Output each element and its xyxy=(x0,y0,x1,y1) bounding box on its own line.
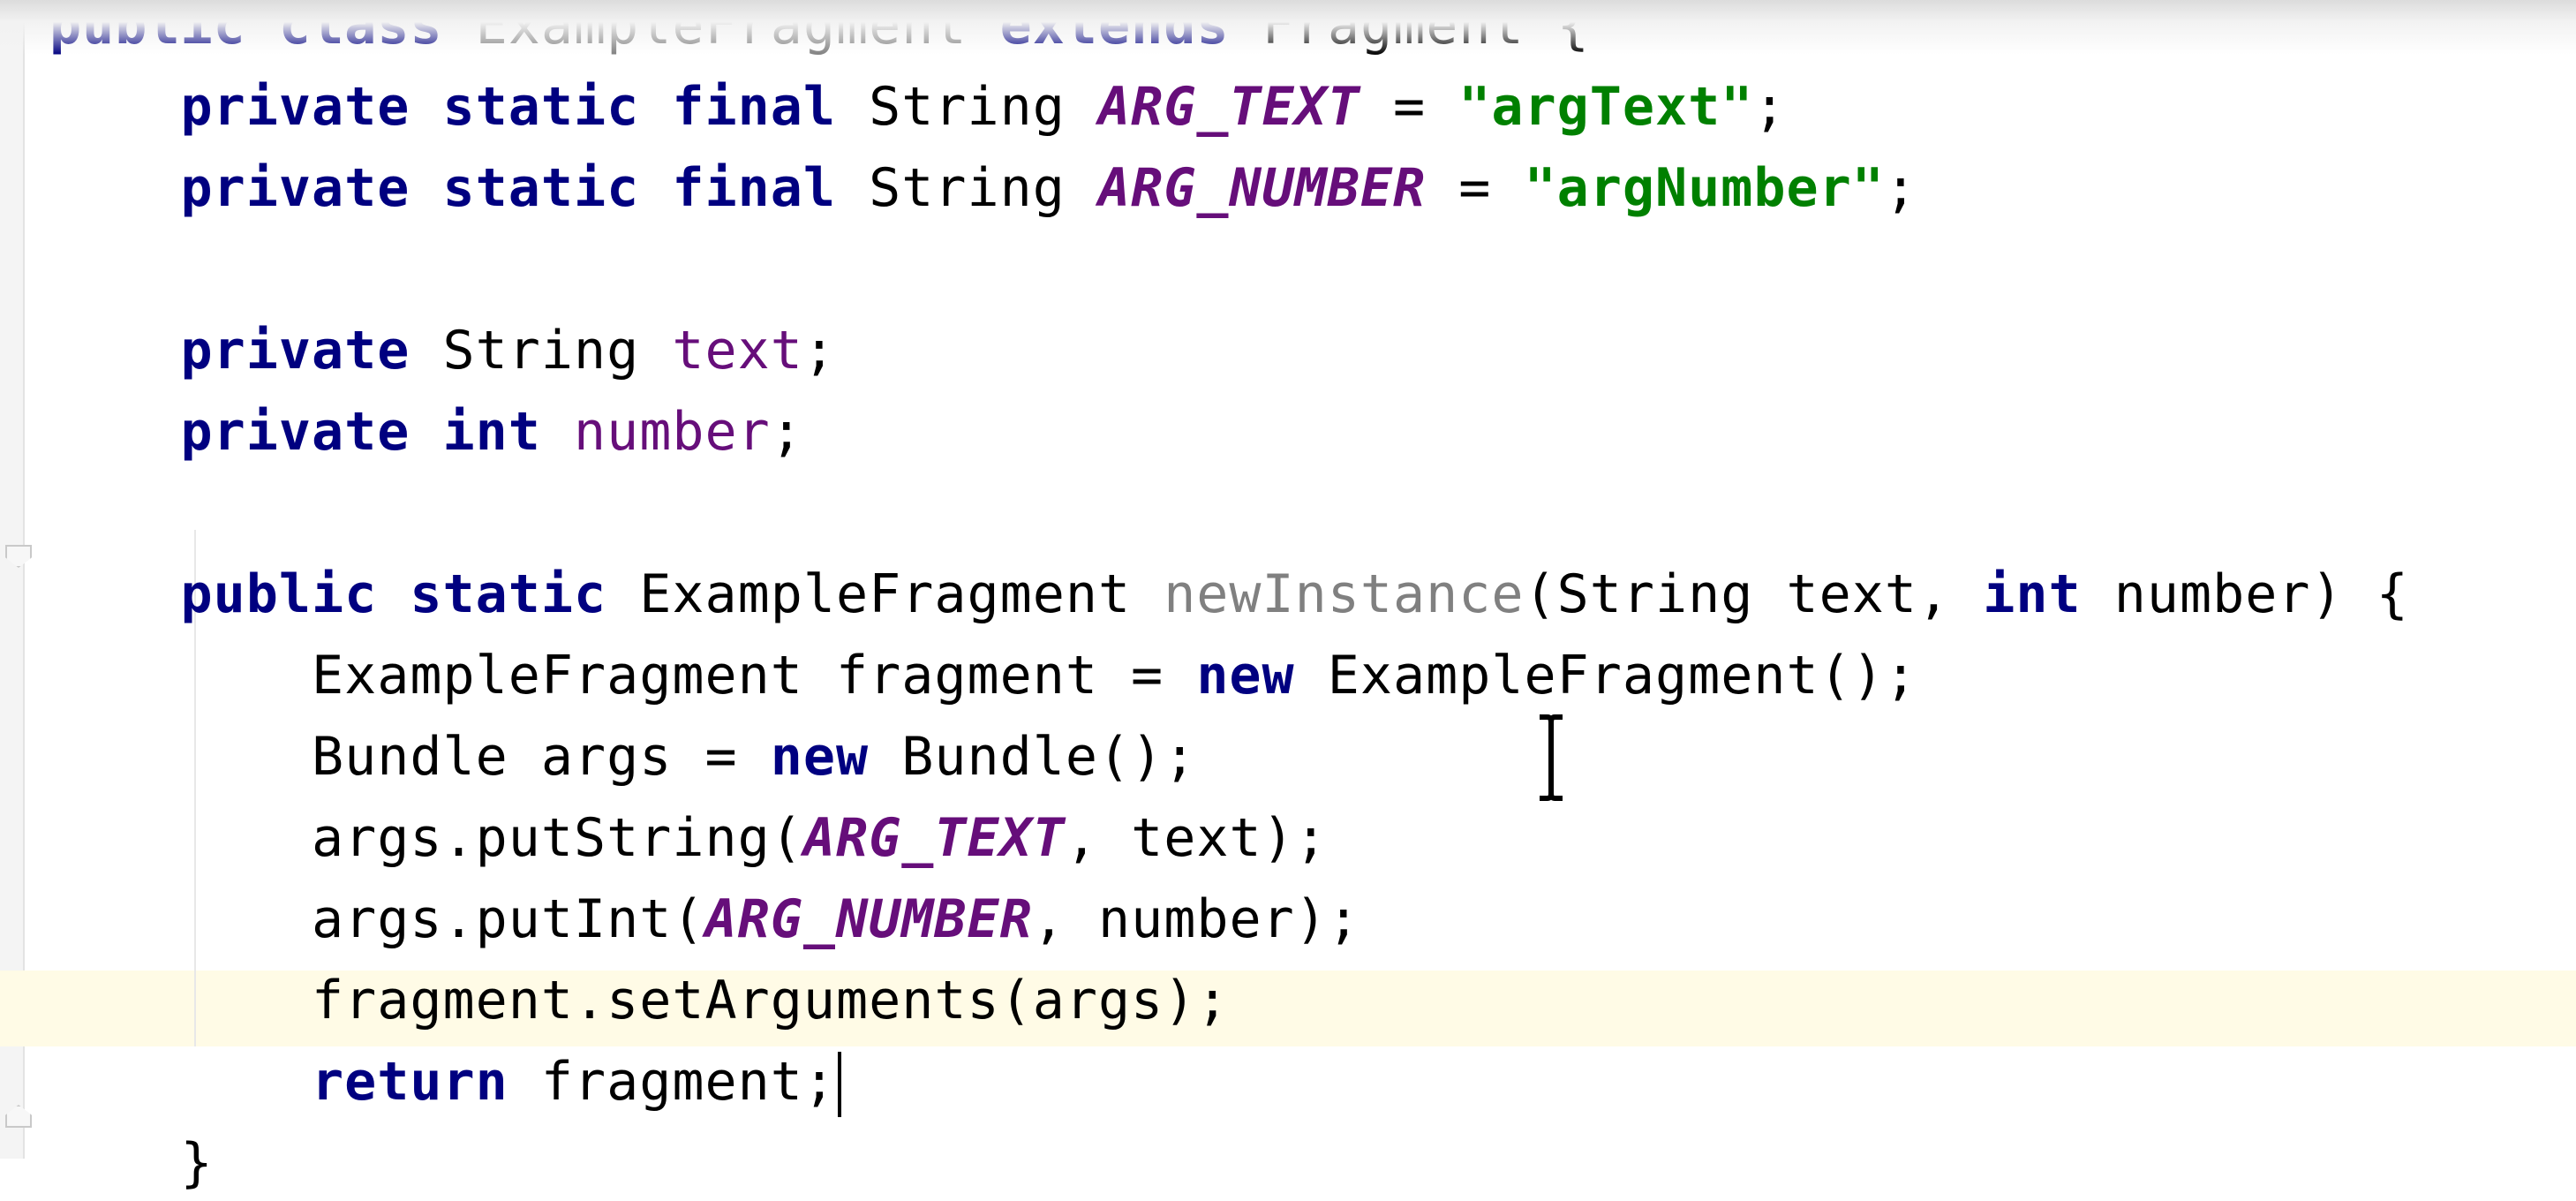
code-token: newInstance xyxy=(1164,563,1525,625)
code-token: private static final xyxy=(49,157,870,219)
code-token: ARG_TEXT xyxy=(802,807,1066,869)
code-line[interactable]: private static final String ARG_TEXT = "… xyxy=(49,69,1787,145)
code-token: , number); xyxy=(1032,888,1360,950)
code-token: "argText" xyxy=(1458,76,1754,138)
code-token: String xyxy=(869,157,1098,219)
code-line[interactable]: public class ExampleFragment extends Fra… xyxy=(49,0,1590,64)
code-token: "argNumber" xyxy=(1524,157,1885,219)
code-token: number xyxy=(573,401,771,463)
code-token: ExampleFragment xyxy=(475,0,968,57)
code-token: fragment; xyxy=(508,1051,836,1113)
code-token: fragment.setArguments(args); xyxy=(49,970,1230,1031)
code-token: ARG_NUMBER xyxy=(704,888,1033,950)
code-token: ; xyxy=(802,320,836,381)
code-line[interactable]: } xyxy=(49,1125,214,1201)
code-token: text xyxy=(672,320,803,381)
code-token: (String text, xyxy=(1524,563,1984,625)
code-token: Bundle(); xyxy=(869,726,1197,788)
code-line[interactable]: private int number; xyxy=(49,394,803,470)
code-line[interactable]: Bundle args = new Bundle(); xyxy=(49,719,1196,795)
code-token: String xyxy=(869,76,1098,138)
code-token: ARG_TEXT xyxy=(1097,76,1360,138)
code-token: private xyxy=(49,320,443,381)
code-token: private int xyxy=(49,401,574,463)
code-token: , text); xyxy=(1065,807,1328,869)
code-token: ; xyxy=(1753,76,1787,138)
code-token: ExampleFragment fragment = xyxy=(49,645,1197,706)
code-line[interactable]: public static ExampleFragment newInstanc… xyxy=(49,556,2409,632)
code-token: new xyxy=(770,726,870,788)
code-token: extends xyxy=(999,0,1230,57)
code-token: } xyxy=(49,1132,214,1194)
code-token: public static xyxy=(49,563,640,625)
code-token: new xyxy=(1196,645,1295,706)
code-token: public class xyxy=(49,0,476,57)
code-token: return xyxy=(49,1051,508,1113)
code-token: args.putString( xyxy=(49,807,803,869)
text-cursor-icon xyxy=(1540,714,1563,801)
code-token: Bundle args = xyxy=(49,726,771,788)
code-token: ARG_NUMBER xyxy=(1097,157,1427,219)
code-line[interactable]: args.putInt(ARG_NUMBER, number); xyxy=(49,881,1360,957)
code-token: ; xyxy=(1884,157,1918,219)
code-line[interactable]: fragment.setArguments(args); xyxy=(49,963,1229,1039)
code-editor[interactable]: public class ExampleFragment extends Fra… xyxy=(0,0,2576,1194)
code-line[interactable]: ExampleFragment fragment = new ExampleFr… xyxy=(49,638,1917,714)
code-line[interactable]: return fragment; xyxy=(49,1044,841,1120)
code-line[interactable]: private String text; xyxy=(49,313,836,389)
code-line[interactable]: args.putString(ARG_TEXT, text); xyxy=(49,800,1328,876)
code-token: ExampleFragment(); xyxy=(1294,645,1918,706)
code-line[interactable]: private static final String ARG_NUMBER =… xyxy=(49,150,1917,226)
code-token: = xyxy=(1360,76,1459,138)
code-token: Fragment { xyxy=(1229,0,1590,57)
code-token: = xyxy=(1426,157,1525,219)
code-token: args.putInt( xyxy=(49,888,705,950)
code-token: ExampleFragment xyxy=(639,563,1164,625)
code-token: int xyxy=(1983,563,2082,625)
code-token: String xyxy=(442,320,673,381)
code-token: private static final xyxy=(49,76,870,138)
text-caret xyxy=(837,1052,841,1118)
code-token: number) { xyxy=(2081,563,2409,625)
code-token: ; xyxy=(770,401,803,463)
